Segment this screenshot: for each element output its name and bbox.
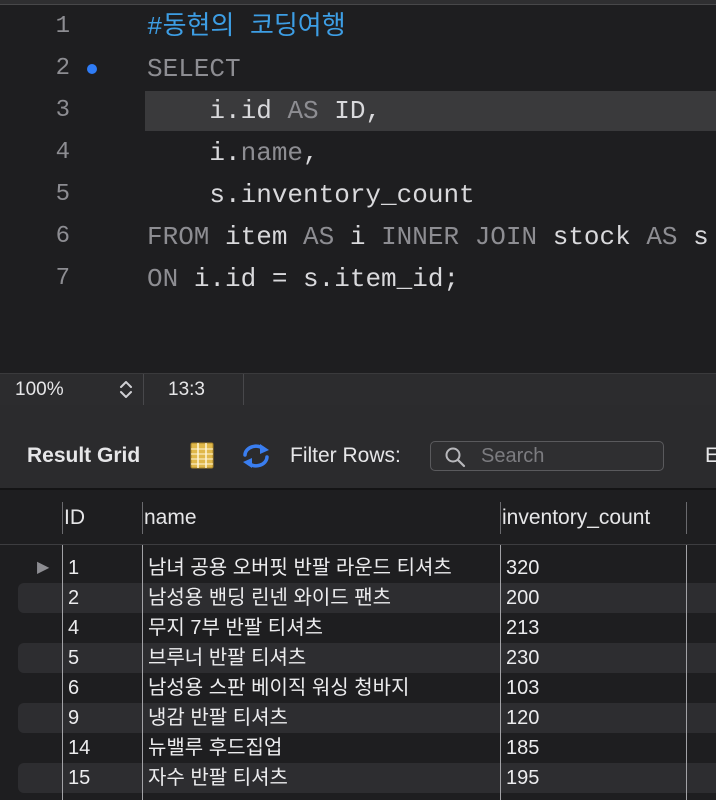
stepper-icon[interactable] [118, 377, 134, 402]
code-token-ident: i.id [147, 96, 288, 126]
sql-editor[interactable]: 1 #동현의 코딩여행 2 SELECT 3 i.id AS ID, 4 i.name, 5… [0, 5, 716, 373]
code-token-ident: i [334, 222, 382, 252]
code-token-ident: , [303, 138, 319, 168]
cell-inventory-count[interactable]: 120 [506, 703, 684, 733]
code-token-keyword: AS [287, 96, 319, 126]
line-number[interactable]: 7 [20, 258, 70, 300]
line-number[interactable]: 1 [20, 6, 70, 48]
table-row[interactable]: 9 냉감 반팔 티셔츠 120 [0, 703, 716, 733]
grid-header: ID name inventory_count [0, 490, 716, 545]
code-token-keyword: SELECT [147, 54, 241, 84]
line-number[interactable]: 2 [20, 48, 70, 90]
code-token-keyword: FROM [147, 222, 210, 252]
code-token-ident: i. [147, 138, 241, 168]
editor-status-bar: 100% 13:3 [0, 373, 716, 405]
result-grid[interactable]: ID name inventory_count ▶ 1 남녀 공용 오버핏 반팔 라… [0, 488, 716, 800]
code-token-ident: ID, [318, 96, 382, 126]
cell-name[interactable]: 남성용 스판 베이직 워싱 청바지 [148, 673, 498, 703]
cursor-position: 13:3 [168, 379, 205, 400]
status-divider [143, 374, 144, 405]
code-line[interactable]: i.name, [147, 132, 319, 174]
cell-id[interactable]: 6 [68, 673, 138, 703]
refresh-icon[interactable] [240, 442, 272, 470]
cell-id[interactable]: 2 [68, 583, 138, 613]
cell-border [142, 545, 143, 800]
row-pointer-icon: ▶ [37, 559, 50, 576]
cell-id[interactable]: 4 [68, 613, 138, 643]
code-token-ident: stock [537, 222, 647, 252]
line-number[interactable]: 4 [20, 132, 70, 174]
column-header-id[interactable]: ID [64, 490, 85, 545]
code-token-keyword: ON [147, 264, 179, 294]
code-line[interactable]: SELECT [147, 48, 241, 90]
cell-id[interactable]: 14 [68, 733, 138, 763]
code-line[interactable]: FROM item AS i INNER JOIN stock AS s [147, 216, 709, 258]
cell-inventory-count[interactable]: 200 [506, 583, 684, 613]
table-row[interactable]: 5 브루너 반팔 티셔츠 230 [0, 643, 716, 673]
code-token-keyword: INNER JOIN [381, 222, 538, 252]
code-token-comment: #동현의 코딩여행 [147, 12, 346, 42]
code-token-keyword: AS [303, 222, 335, 252]
table-row[interactable]: 2 남성용 밴딩 린넨 와이드 팬츠 200 [0, 583, 716, 613]
code-token-keyword: name [240, 138, 304, 168]
result-toolbar: Result Grid Filter Rows: E [0, 405, 716, 488]
cell-name[interactable]: 남녀 공용 오버핏 반팔 라운드 티셔츠 [148, 553, 498, 583]
cell-inventory-count[interactable]: 320 [506, 553, 684, 583]
cell-border [500, 545, 501, 800]
cell-id[interactable]: 5 [68, 643, 138, 673]
cell-name[interactable]: 냉감 반팔 티셔츠 [148, 703, 498, 733]
cell-border [62, 545, 63, 800]
column-divider[interactable] [686, 502, 687, 534]
cell-name[interactable]: 무지 7부 반팔 티셔츠 [148, 613, 498, 643]
code-token-ident: s [677, 222, 709, 252]
table-row[interactable]: ▶ 1 남녀 공용 오버핏 반팔 라운드 티셔츠 320 [0, 553, 716, 583]
cell-inventory-count[interactable]: 230 [506, 643, 684, 673]
filter-rows-label: Filter Rows: [290, 444, 401, 467]
column-divider[interactable] [62, 502, 63, 534]
cell-name[interactable]: 브루너 반팔 티셔츠 [148, 643, 498, 673]
toolbar-overflow-label[interactable]: E [705, 443, 716, 469]
cell-id[interactable]: 1 [68, 553, 138, 583]
grid-icon[interactable] [190, 442, 214, 469]
cell-border [686, 545, 687, 800]
cell-inventory-count[interactable]: 185 [506, 733, 684, 763]
code-token-ident: item [209, 222, 304, 252]
code-line[interactable]: #동현의 코딩여행 [147, 6, 346, 48]
code-token-keyword: AS [646, 222, 678, 252]
result-grid-tab[interactable]: Result Grid [27, 443, 140, 469]
line-number[interactable]: 6 [20, 216, 70, 258]
cell-id[interactable]: 15 [68, 763, 138, 793]
column-divider[interactable] [500, 502, 501, 534]
cell-name[interactable]: 뉴밸루 후드집업 [148, 733, 498, 763]
cell-inventory-count[interactable]: 213 [506, 613, 684, 643]
cell-name[interactable]: 자수 반팔 티셔츠 [148, 763, 498, 793]
breakpoint-icon[interactable] [87, 64, 97, 74]
table-row[interactable]: 14 뉴밸루 후드집업 185 [0, 733, 716, 763]
filter-rows-search[interactable] [430, 441, 664, 471]
line-number[interactable]: 5 [20, 174, 70, 216]
code-line[interactable]: i.id AS ID, [147, 90, 381, 132]
code-token-ident: i.id = s.item_id; [178, 264, 460, 294]
cell-inventory-count[interactable]: 103 [506, 673, 684, 703]
table-row[interactable]: 6 남성용 스판 베이직 워싱 청바지 103 [0, 673, 716, 703]
code-token-ident: s.inventory_count [147, 180, 475, 210]
cell-name[interactable]: 남성용 밴딩 린넨 와이드 팬츠 [148, 583, 498, 613]
cell-id[interactable]: 9 [68, 703, 138, 733]
search-input[interactable] [481, 443, 656, 469]
code-line[interactable]: ON i.id = s.item_id; [147, 258, 459, 300]
column-divider[interactable] [142, 502, 143, 534]
line-number[interactable]: 3 [20, 90, 70, 132]
column-header-name[interactable]: name [144, 490, 197, 545]
cell-inventory-count[interactable]: 195 [506, 763, 684, 793]
status-divider [243, 374, 244, 405]
table-row[interactable]: 15 자수 반팔 티셔츠 195 [0, 763, 716, 793]
zoom-level[interactable]: 100% [15, 374, 64, 405]
code-line[interactable]: s.inventory_count [147, 174, 475, 216]
column-header-inventory-count[interactable]: inventory_count [502, 490, 650, 545]
search-icon [445, 447, 466, 468]
table-row[interactable]: 4 무지 7부 반팔 티셔츠 213 [0, 613, 716, 643]
